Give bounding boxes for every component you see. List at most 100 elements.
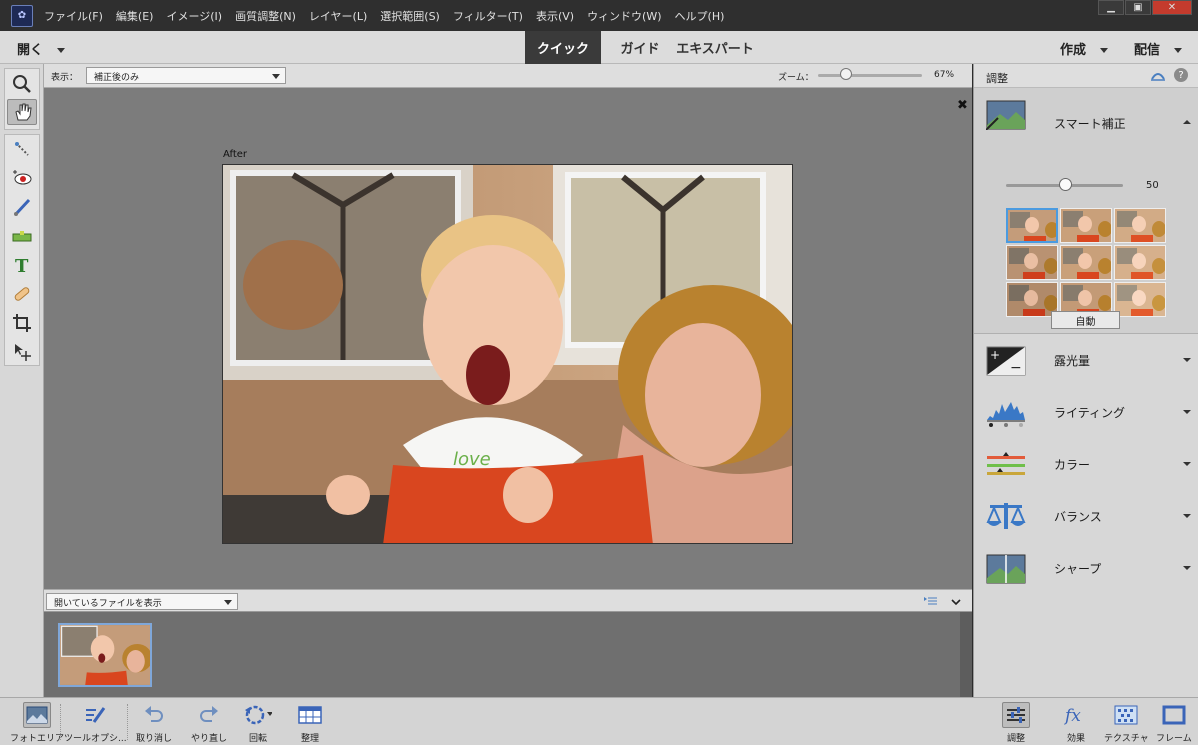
whiten-teeth-tool[interactable] (7, 194, 37, 220)
bin-options-icon[interactable] (924, 595, 938, 607)
menu-window[interactable]: ウィンドウ(W) (587, 8, 661, 24)
quick-selection-icon (15, 142, 29, 156)
smart-fix-slider-handle[interactable] (1059, 178, 1072, 191)
tool-options-button[interactable]: ツールオプシ... (64, 702, 127, 744)
preview-thumbnail[interactable] (1006, 245, 1058, 280)
balance-scale-icon (986, 503, 1026, 529)
quick-selection-tool[interactable] (7, 136, 37, 162)
bin-scrollbar[interactable] (960, 612, 972, 697)
organize-button[interactable]: 整理 (296, 702, 324, 744)
rotate-button[interactable]: 回転 (244, 702, 272, 744)
menu-layer[interactable]: レイヤー(L) (309, 8, 367, 24)
red-eye-tool[interactable] (7, 165, 37, 191)
menu-filter[interactable]: フィルター(T) (453, 8, 523, 24)
tab-expert[interactable]: エキスパート (672, 31, 758, 64)
menu-image[interactable]: イメージ(I) (166, 8, 222, 24)
effects-label: 効果 (1066, 734, 1085, 744)
photo-bin (44, 612, 972, 697)
menu-view[interactable]: 表示(V) (536, 8, 574, 24)
adjust-exposure[interactable]: + − 露光量 (974, 334, 1198, 386)
balance-label: バランス (1054, 510, 1102, 524)
adjust-lighting[interactable]: ライティング (974, 386, 1198, 438)
hand-tool[interactable] (7, 99, 37, 125)
redo-icon (200, 706, 218, 722)
app-logo-icon[interactable]: ✿ (11, 4, 33, 27)
chevron-down-icon (224, 600, 232, 605)
minimize-button[interactable]: ▁ (1098, 0, 1124, 15)
chevron-down-icon (1183, 358, 1191, 362)
undo-label: 取り消し (136, 734, 173, 744)
tab-guided[interactable]: ガイド (610, 31, 670, 64)
bin-thumbnail[interactable] (58, 623, 152, 687)
photo-bin-button[interactable]: フォトエリア (10, 702, 64, 744)
view-options-bar: 表示： 補正後のみ ズーム： 67% (44, 64, 972, 88)
preview-thumbnail[interactable] (1006, 208, 1058, 243)
document-photo[interactable]: love (222, 164, 793, 544)
adjustments-icon (1007, 707, 1025, 723)
move-tool[interactable] (7, 339, 37, 365)
bin-source-select[interactable]: 開いているファイルを表示 (46, 593, 238, 610)
spot-healing-tool[interactable] (7, 281, 37, 307)
smart-fix-icon (986, 100, 1026, 130)
textures-button[interactable]: テクスチャ (1104, 702, 1149, 744)
svg-text:+: + (990, 348, 1000, 362)
hand-icon (15, 103, 32, 121)
open-button[interactable]: 開く (17, 39, 65, 58)
share-button[interactable]: 配信 (1134, 39, 1182, 58)
chevron-down-icon (1183, 462, 1191, 466)
menu-edit[interactable]: 編集(E) (116, 8, 154, 24)
preview-thumbnail[interactable] (1060, 245, 1112, 280)
zoom-slider-track[interactable] (818, 74, 922, 77)
tool-options-label: ツールオプシ... (64, 734, 127, 744)
zoom-slider-handle[interactable] (840, 68, 852, 80)
adjust-balance[interactable]: バランス (974, 490, 1198, 542)
bin-collapse-icon[interactable] (951, 596, 961, 609)
brush-icon (14, 198, 31, 216)
menu-file[interactable]: ファイル(F) (44, 8, 103, 24)
adjust-color[interactable]: カラー (974, 438, 1198, 490)
chevron-down-icon (1173, 48, 1182, 53)
adjust-sharpen[interactable]: シャープ (974, 542, 1198, 594)
smart-fix-header[interactable]: スマート補正 (974, 88, 1198, 140)
help-icon[interactable]: ? (1174, 68, 1188, 82)
level-icon (12, 231, 32, 242)
menu-enhance[interactable]: 画質調整(N) (235, 8, 296, 24)
create-button[interactable]: 作成 (1060, 39, 1108, 58)
canvas-area[interactable]: ✖ After love (44, 88, 972, 589)
crop-tool[interactable] (7, 310, 37, 336)
undo-button[interactable]: 取り消し (136, 702, 172, 744)
reset-panel-icon[interactable] (1150, 69, 1166, 86)
view-select[interactable]: 補正後のみ (86, 67, 286, 84)
effects-button[interactable]: fx 効果 (1062, 702, 1090, 744)
redo-button[interactable]: やり直し (191, 702, 227, 744)
type-icon: T (15, 256, 29, 275)
tab-quick[interactable]: クイック (525, 31, 601, 64)
svg-text:love: love (453, 449, 491, 470)
redo-label: やり直し (191, 734, 228, 744)
crop-icon (13, 314, 31, 332)
chevron-up-icon (1183, 120, 1191, 124)
zoom-value: 67% (934, 70, 955, 80)
zoom-tool[interactable] (7, 71, 37, 97)
preview-thumbnail[interactable] (1114, 208, 1166, 243)
close-icon[interactable]: ✖ (957, 98, 968, 113)
auto-button[interactable]: 自動 (1051, 311, 1120, 329)
straighten-tool[interactable] (7, 223, 37, 249)
adjustments-button[interactable]: 調整 (1002, 702, 1030, 744)
red-eye-icon (13, 170, 32, 185)
view-select-value: 補正後のみ (94, 73, 140, 83)
window-close-button[interactable]: ✕ (1152, 0, 1192, 15)
maximize-button[interactable]: ▣ (1125, 0, 1151, 15)
menu-help[interactable]: ヘルプ(H) (675, 8, 725, 24)
photo-bin-icon (26, 706, 48, 724)
share-label: 配信 (1134, 43, 1161, 58)
photo-image: love (223, 165, 792, 543)
task-bar: フォトエリア ツールオプシ... 取り消し やり直し 回転 整理 調整 fx 効… (0, 697, 1198, 745)
menu-select[interactable]: 選択範囲(S) (380, 8, 440, 24)
frames-button[interactable]: フレーム (1156, 702, 1192, 744)
zoom-icon (13, 75, 31, 93)
type-tool[interactable]: T (7, 252, 37, 278)
preview-thumbnail[interactable] (1114, 245, 1166, 280)
preview-thumbnail[interactable] (1060, 208, 1112, 243)
preview-thumbnail[interactable] (1114, 282, 1166, 317)
